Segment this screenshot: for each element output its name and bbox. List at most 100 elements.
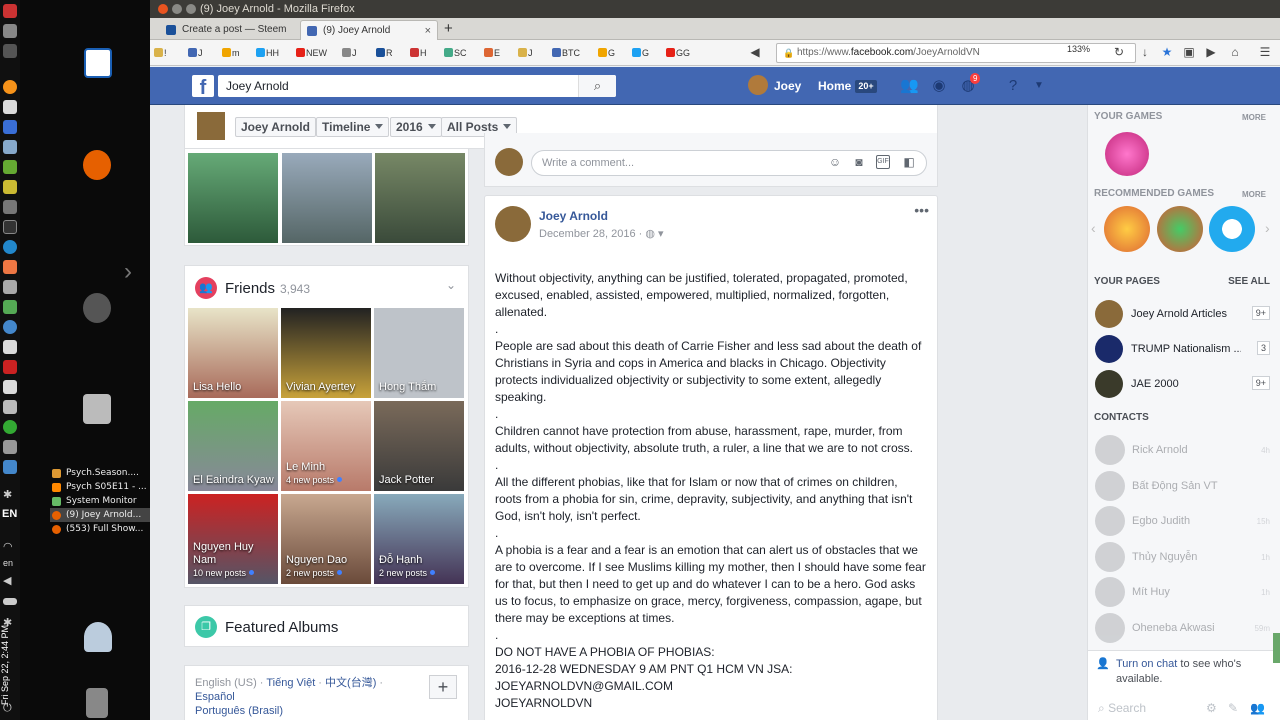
contact-item[interactable]: Rick Arnold 4h: [1095, 435, 1270, 465]
friend-name[interactable]: Nguyen Dao 2 new posts: [286, 554, 347, 580]
contact-item[interactable]: Bất Động Sản VT: [1095, 470, 1270, 501]
app-icon[interactable]: [3, 24, 17, 38]
contact-item[interactable]: Thủy Nguyễn 1h: [1095, 541, 1270, 572]
friend-name[interactable]: El Eaindra Kyaw: [193, 474, 274, 487]
photo-thumbnail[interactable]: [188, 153, 278, 243]
language-link[interactable]: 中文(台灣): [325, 677, 376, 689]
home-icon[interactable]: ⌂: [1228, 45, 1242, 59]
scrollbar[interactable]: [1273, 633, 1280, 663]
contact-item[interactable]: Egbo Judith 15h: [1095, 506, 1270, 536]
bookmark-item[interactable]: J: [188, 47, 203, 59]
photo-thumbnail[interactable]: [282, 153, 372, 243]
page-item[interactable]: TRUMP Nationalism ... 3: [1095, 335, 1270, 363]
app-icon[interactable]: [3, 100, 17, 114]
friends-title[interactable]: Friends: [225, 280, 275, 297]
app-icon[interactable]: [3, 340, 17, 354]
bookmark-item[interactable]: !: [154, 47, 167, 59]
post-date[interactable]: December 28, 2016 · ◍ ▾: [539, 227, 664, 240]
app-icon[interactable]: [3, 220, 17, 234]
bookmark-item[interactable]: G: [598, 47, 615, 59]
firefox-icon[interactable]: [83, 150, 111, 180]
star-icon[interactable]: ★: [1160, 45, 1174, 59]
game-icon[interactable]: [1209, 206, 1255, 252]
tab-facebook[interactable]: (9) Joey Arnold ×: [300, 20, 438, 40]
bitcoin-icon[interactable]: [3, 80, 17, 94]
bookmark-item[interactable]: BTC: [552, 47, 580, 59]
friend-name[interactable]: Le Minh 4 new posts: [286, 461, 343, 487]
language-link[interactable]: Español: [195, 691, 235, 703]
chevron-left-icon[interactable]: ‹: [1091, 220, 1096, 236]
chevron-right-icon[interactable]: ›: [1265, 220, 1270, 236]
profile-name-button[interactable]: Joey Arnold: [235, 117, 316, 137]
contact-item[interactable]: Mít Huy 1h: [1095, 577, 1270, 607]
language-link[interactable]: Português (Brasil): [195, 705, 283, 717]
friend-tile[interactable]: Đỗ Hạnh 2 new posts: [374, 494, 464, 584]
close-window-button[interactable]: [158, 4, 168, 14]
camera-icon[interactable]: ◙: [852, 155, 866, 169]
game-icon[interactable]: [1157, 206, 1203, 252]
bluetooth-icon[interactable]: ✱: [3, 488, 17, 502]
game-icon[interactable]: [1105, 132, 1149, 176]
language-indicator[interactable]: en: [3, 558, 13, 568]
archive-icon[interactable]: [83, 394, 111, 424]
friend-tile[interactable]: Le Minh 4 new posts: [281, 401, 371, 491]
app-icon[interactable]: [3, 280, 17, 294]
bookmark-item[interactable]: G: [632, 47, 649, 59]
trash-icon[interactable]: [86, 688, 108, 718]
chat-search-input[interactable]: ⌕ Search: [1098, 701, 1146, 716]
gear-icon[interactable]: ⚙: [1206, 701, 1217, 715]
tab-steem[interactable]: Create a post — Steem: [160, 20, 298, 40]
volume-icon[interactable]: ◀: [3, 574, 17, 588]
gif-icon[interactable]: GIF: [876, 155, 890, 169]
app-icon[interactable]: [3, 440, 17, 454]
friend-name[interactable]: Lisa Hello: [193, 381, 241, 394]
zoom-level[interactable]: 133%: [1067, 44, 1090, 54]
avatar[interactable]: [748, 75, 768, 95]
bookmark-item[interactable]: SC: [444, 47, 467, 59]
wifi-icon[interactable]: ◠: [3, 540, 17, 554]
keyboard-layout-indicator[interactable]: EN: [2, 508, 17, 520]
friend-name[interactable]: Nguyen Huy Nam 10 new posts: [193, 541, 278, 580]
app-icon[interactable]: [3, 4, 17, 18]
timeline-dropdown[interactable]: Timeline: [316, 117, 390, 137]
document-icon[interactable]: [84, 48, 112, 78]
search-input[interactable]: [218, 75, 616, 97]
bookmark-item[interactable]: HH: [256, 47, 279, 59]
person-icon[interactable]: [84, 622, 112, 652]
friend-requests-icon[interactable]: 👥: [900, 77, 919, 95]
people-icon[interactable]: 👥: [1250, 701, 1265, 715]
app-icon[interactable]: [3, 140, 17, 154]
app-icon[interactable]: [3, 160, 17, 174]
featured-albums-title[interactable]: Featured Albums: [225, 619, 338, 636]
chevron-right-icon[interactable]: ›: [124, 258, 132, 286]
friend-name[interactable]: Jack Potter: [379, 474, 434, 487]
facebook-logo[interactable]: f: [192, 75, 214, 97]
friend-tile[interactable]: Vivian Ayertey: [281, 308, 371, 398]
download-icon[interactable]: ↓: [1138, 45, 1152, 59]
more-link[interactable]: MORE: [1242, 113, 1266, 122]
language-link[interactable]: Tiếng Việt: [266, 677, 315, 689]
back-icon[interactable]: ◀: [748, 45, 762, 59]
app-icon[interactable]: [3, 400, 17, 414]
avatar[interactable]: [197, 112, 225, 140]
photo-thumbnail[interactable]: [375, 153, 465, 243]
friend-name[interactable]: Đỗ Hạnh 2 new posts: [379, 554, 436, 580]
bookmark-item[interactable]: NEW: [296, 47, 327, 59]
search-icon[interactable]: ⌕: [578, 75, 616, 97]
app-icon[interactable]: [3, 300, 17, 314]
friend-name[interactable]: Hong Thắm: [379, 381, 436, 394]
help-icon[interactable]: ?: [1004, 77, 1022, 95]
menu-icon[interactable]: ☰: [1258, 45, 1272, 59]
year-dropdown[interactable]: 2016: [390, 117, 442, 137]
bookmark-item[interactable]: E: [484, 47, 500, 59]
minimize-button[interactable]: [172, 4, 182, 14]
bookmark-item[interactable]: GG: [666, 47, 690, 59]
app-icon[interactable]: [3, 240, 17, 254]
chevron-down-icon[interactable]: ▼: [1030, 77, 1048, 95]
app-icon[interactable]: [3, 180, 17, 194]
home-link[interactable]: Home 20+: [818, 67, 877, 105]
gear-icon[interactable]: [83, 293, 111, 323]
see-all-link[interactable]: SEE ALL: [1228, 276, 1270, 287]
app-icon[interactable]: [3, 380, 17, 394]
bookmark-item[interactable]: m: [222, 47, 240, 59]
